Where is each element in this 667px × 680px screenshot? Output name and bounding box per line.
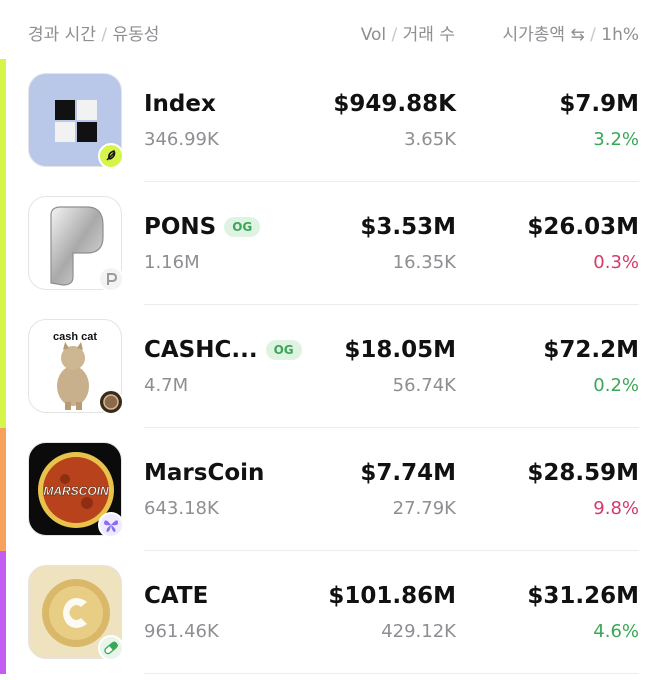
token-name: CASHC... OG [144,337,302,363]
token-liquidity: 961.46K [144,621,219,642]
token-market-cap: $31.26M [527,583,639,609]
header-vol-label: Vol [360,25,387,45]
swap-icon[interactable]: ⇆ [570,25,584,45]
token-market-cap: $28.59M [527,460,639,486]
row-accent-bar [0,428,6,551]
token-market-cap: $72.2M [543,337,639,363]
coin-icon [98,389,124,415]
token-volume: $949.88K [333,91,456,117]
token-row-marscoin[interactable]: MARSCOIN MarsCoin 643.18K $7.74M 27.79K … [0,428,667,551]
token-txns: 16.35K [392,252,456,273]
token-volume: $18.05M [344,337,456,363]
token-market-cap: $26.03M [527,214,639,240]
token-change-1h: 9.8% [593,498,639,519]
token-row-cashcat[interactable]: cash cat CASHC... OG 4.7M $18.05M 56.74K … [0,305,667,428]
token-volume: $7.74M [360,460,456,486]
token-liquidity: 1.16M [144,252,200,273]
token-market-cap: $7.9M [559,91,639,117]
marscoin-logo-text: MARSCOIN [43,484,109,498]
row-accent-bar [0,305,6,428]
sort-time-liquidity[interactable]: 경과 시간 / 유동성 [28,20,159,45]
token-name: CATE [144,583,209,609]
row-accent-bar [0,551,6,674]
token-name: Index [144,91,216,117]
token-volume: $101.86M [328,583,456,609]
token-txns: 56.74K [392,375,456,396]
og-badge: OG [224,217,261,237]
sort-mcap-change[interactable]: 시가총액 ⇆ / 1h% [502,20,639,45]
token-row-pons[interactable]: PONS OG 1.16M $3.53M 16.35K $26.03M 0.3% [0,182,667,305]
og-badge: OG [265,340,302,360]
row-accent-bar [0,59,6,182]
token-change-1h: 0.3% [593,252,639,273]
cashcat-logo-text: cash cat [53,331,97,343]
token-name: MarsCoin [144,460,265,486]
header-separator: / [590,25,596,45]
sort-volume-txns[interactable]: Vol / 거래 수 [361,20,455,45]
token-change-1h: 4.6% [593,621,639,642]
token-volume: $3.53M [360,214,456,240]
token-name: PONS OG [144,214,261,240]
header-change-label: 1h% [601,25,639,45]
header-mcap-label: 시가총액 [502,25,566,45]
header-txns-label: 거래 수 [402,25,455,45]
header-liquidity-label: 유동성 [112,25,160,45]
token-row-index[interactable]: Index 346.99K $949.88K 3.65K $7.9M 3.2% [0,59,667,182]
column-header: 경과 시간 / 유동성 Vol / 거래 수 시가총액 ⇆ / 1h% [0,0,667,58]
token-liquidity: 346.99K [144,129,219,150]
header-separator: / [391,25,398,45]
header-separator: / [101,25,108,45]
butterfly-icon [98,512,124,538]
p-letter-icon [98,266,124,292]
token-txns: 27.79K [392,498,456,519]
token-liquidity: 643.18K [144,498,219,519]
feather-icon [98,143,124,169]
token-txns: 429.12K [381,621,456,642]
row-accent-bar [0,182,6,305]
pill-icon [98,635,124,661]
token-row-cate[interactable]: CATE 961.46K $101.86M 429.12K $31.26M 4.… [0,551,667,674]
row-divider [144,673,639,674]
token-change-1h: 0.2% [593,375,639,396]
token-liquidity: 4.7M [144,375,189,396]
token-change-1h: 3.2% [593,129,639,150]
token-txns: 3.65K [404,129,456,150]
header-time-label: 경과 시간 [28,25,96,45]
